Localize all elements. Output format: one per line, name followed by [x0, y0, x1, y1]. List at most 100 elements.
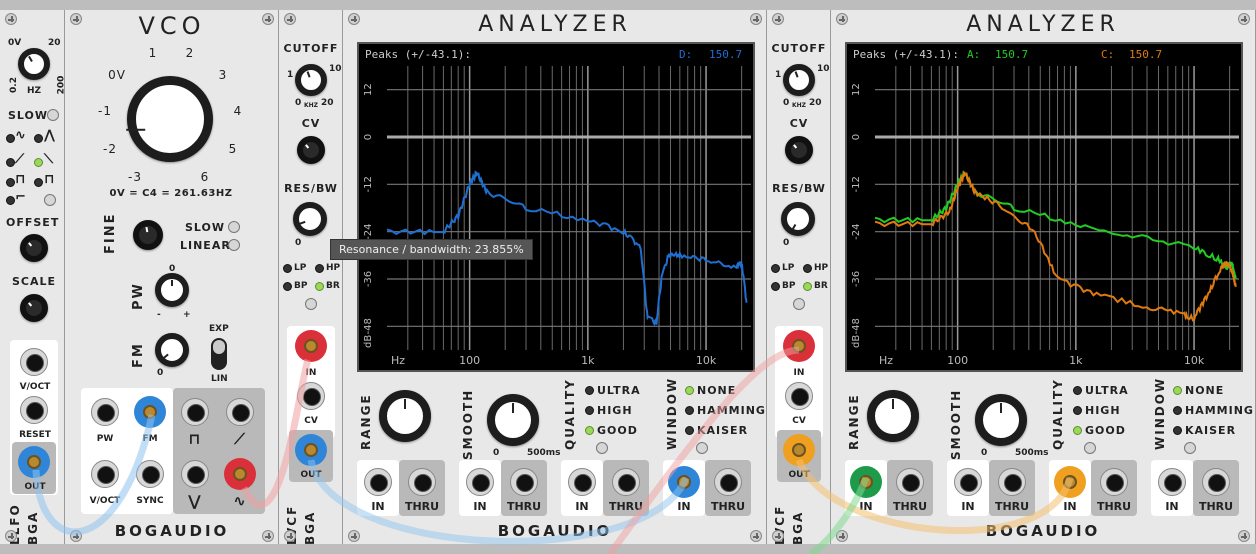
in-cable-plug[interactable] [783, 330, 815, 370]
br-led[interactable] [315, 282, 324, 291]
pw-knob[interactable] [155, 273, 189, 307]
fine-knob[interactable] [133, 220, 163, 250]
wave-square-led[interactable] [6, 178, 15, 187]
b-thru-jack[interactable] [998, 468, 1026, 496]
square-output-jack[interactable] [181, 398, 209, 426]
freq-tick-label: 100 [459, 354, 480, 367]
quality-ultra-led[interactable] [585, 386, 594, 395]
quality-high-led[interactable] [1073, 406, 1082, 415]
reset-input-jack[interactable] [20, 396, 48, 424]
window-none-led[interactable] [1173, 386, 1182, 395]
a-thru-jack[interactable] [408, 468, 436, 496]
wave-pulse-led[interactable] [34, 178, 43, 187]
cv-input-jack[interactable] [785, 382, 813, 410]
window-none-led[interactable] [685, 386, 694, 395]
quality-button[interactable] [596, 442, 608, 454]
linear-button[interactable] [228, 239, 240, 251]
cv-input-jack[interactable] [297, 382, 325, 410]
b-in-jack[interactable] [466, 468, 494, 496]
cv-knob[interactable] [785, 136, 813, 164]
wave-steps-led[interactable] [6, 196, 15, 205]
slow-button[interactable] [228, 221, 240, 233]
mode-button[interactable] [793, 298, 805, 310]
cutoff-knob[interactable] [295, 64, 327, 96]
mode-button[interactable] [305, 298, 317, 310]
range-knob[interactable] [867, 390, 919, 442]
cutoff-scale-1: 1 [775, 70, 782, 80]
c-thru-jack[interactable] [1100, 468, 1128, 496]
sine-wave-icon: ∿ [233, 492, 247, 510]
quality-good-led[interactable] [1073, 426, 1082, 435]
res-bw-knob[interactable] [781, 202, 815, 236]
fm-scale-0: 0 [157, 368, 164, 378]
scale-knob[interactable] [20, 294, 48, 322]
sync-input-jack[interactable] [136, 460, 164, 488]
lp-led[interactable] [771, 264, 780, 273]
res-bw-knob[interactable] [293, 202, 327, 236]
smooth-knob[interactable] [975, 394, 1027, 446]
cv-knob[interactable] [297, 136, 325, 164]
hp-led[interactable] [803, 264, 812, 273]
d-thru-jack[interactable] [1202, 468, 1230, 496]
slow-button[interactable] [47, 109, 59, 121]
quality-button[interactable] [1084, 442, 1096, 454]
quality-high-led[interactable] [585, 406, 594, 415]
window-kaiser-label: KAISER [1185, 424, 1237, 437]
fm-knob[interactable] [155, 333, 189, 367]
a-in-jack[interactable] [364, 468, 392, 496]
lp-led[interactable] [283, 264, 292, 273]
b-thru-jack[interactable] [510, 468, 538, 496]
hp-led[interactable] [315, 264, 324, 273]
saw-output-jack[interactable] [226, 398, 254, 426]
d-thru-jack[interactable] [714, 468, 742, 496]
c-in-label: IN [575, 500, 589, 513]
quality-good-led[interactable] [585, 426, 594, 435]
brand-logo: BOGAUDIO [497, 522, 613, 540]
triangle-output-jack[interactable] [181, 460, 209, 488]
out-cable-plug[interactable] [295, 434, 327, 474]
smooth-label: SMOOTH [949, 388, 963, 460]
d-in-jack[interactable] [1158, 468, 1186, 496]
sync-jack-label: SYNC [136, 496, 164, 506]
pw-input-jack[interactable] [91, 398, 119, 426]
cv-jack-label: CV [304, 416, 318, 426]
window-hamming-led[interactable] [685, 406, 694, 415]
window-hamming-led[interactable] [1173, 406, 1182, 415]
frequency-knob[interactable] [18, 48, 50, 80]
out-label: OUT [24, 482, 46, 492]
spectrum-display: 12 0 -12 -24 -36 -48 dB Hz 100 1k 10k Peaks (+/-43… [845, 42, 1243, 372]
window-button[interactable] [696, 442, 708, 454]
wave-ramp-up-led[interactable] [6, 158, 15, 167]
quality-ultra-led[interactable] [1073, 386, 1082, 395]
c-in-label: IN [1063, 500, 1077, 513]
b-thru-label: THRU [994, 500, 1030, 513]
voct-input-jack[interactable] [20, 348, 48, 376]
bp-led[interactable] [771, 282, 780, 291]
out-cable-plug[interactable] [18, 446, 50, 486]
wave-sine-led[interactable] [6, 134, 15, 143]
range-knob[interactable] [379, 390, 431, 442]
wave-button[interactable] [44, 194, 56, 206]
fm-cable-plug[interactable] [134, 396, 166, 436]
a-thru-jack[interactable] [896, 468, 924, 496]
cutoff-knob[interactable] [783, 64, 815, 96]
window-button[interactable] [1184, 442, 1196, 454]
wave-saw-led[interactable] [34, 158, 43, 167]
c-thru-jack[interactable] [612, 468, 640, 496]
wave-triangle-led[interactable] [34, 134, 43, 143]
offset-knob[interactable] [20, 234, 48, 262]
c-in-jack[interactable] [568, 468, 596, 496]
c-thru-label: THRU [608, 500, 644, 513]
exp-lin-toggle[interactable] [211, 338, 227, 370]
window-kaiser-led[interactable] [1173, 426, 1182, 435]
in-cable-plug[interactable] [295, 330, 327, 370]
smooth-knob[interactable] [487, 394, 539, 446]
frequency-knob[interactable] [126, 76, 213, 162]
out-cable-plug[interactable] [783, 434, 815, 474]
br-led[interactable] [803, 282, 812, 291]
lp-label: LP [294, 263, 307, 273]
bp-led[interactable] [283, 282, 292, 291]
window-kaiser-led[interactable] [685, 426, 694, 435]
b-in-jack[interactable] [954, 468, 982, 496]
voct-input-jack[interactable] [91, 460, 119, 488]
